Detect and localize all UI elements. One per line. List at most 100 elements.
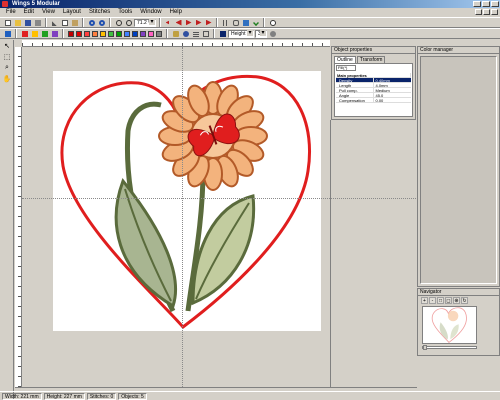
tool-pan[interactable]: ✋ bbox=[2, 74, 12, 84]
color-swatch[interactable] bbox=[108, 30, 114, 37]
tool-pointer[interactable]: ↖ bbox=[2, 41, 12, 51]
applique-button[interactable] bbox=[50, 29, 59, 38]
color-swatch[interactable] bbox=[92, 30, 98, 37]
grid-button[interactable] bbox=[221, 18, 230, 27]
navigator-center-icon[interactable]: ⊕ bbox=[453, 297, 460, 304]
menu-edit[interactable]: Edit bbox=[20, 8, 38, 17]
color-swatch[interactable] bbox=[116, 30, 122, 37]
horizontal-ruler[interactable] bbox=[22, 40, 330, 47]
menu-tools[interactable]: Tools bbox=[114, 8, 136, 17]
check-button[interactable] bbox=[251, 18, 260, 27]
menu-file[interactable]: File bbox=[2, 8, 20, 17]
navigator-page-icon[interactable]: ◻ bbox=[445, 297, 452, 304]
cut-button[interactable] bbox=[50, 18, 59, 27]
fast-forward-icon bbox=[205, 19, 212, 26]
zoom-out-button[interactable] bbox=[124, 18, 133, 27]
run-button[interactable] bbox=[40, 29, 49, 38]
rewind-icon bbox=[165, 19, 172, 26]
menu-help[interactable]: Help bbox=[166, 8, 186, 17]
play-button[interactable] bbox=[184, 18, 193, 27]
property-selector[interactable]: Fill(*) bbox=[336, 65, 356, 71]
applique-icon bbox=[51, 30, 58, 37]
navigator-refresh-icon[interactable]: ↻ bbox=[461, 297, 468, 304]
color-swatch[interactable] bbox=[100, 30, 106, 37]
first-stitch-button[interactable] bbox=[164, 18, 173, 27]
property-row[interactable]: Compensation 0.00 bbox=[336, 98, 411, 103]
hoop-button[interactable] bbox=[231, 18, 240, 27]
mdi-minimize-button[interactable] bbox=[475, 9, 482, 15]
satin-button[interactable] bbox=[20, 29, 29, 38]
save-button[interactable] bbox=[23, 18, 32, 27]
visibility-button[interactable] bbox=[181, 29, 190, 38]
embroidery-design[interactable] bbox=[53, 71, 321, 331]
zoom-in-button[interactable] bbox=[114, 18, 123, 27]
open-button[interactable] bbox=[13, 18, 22, 27]
close-button[interactable] bbox=[491, 1, 499, 7]
color-swatch[interactable] bbox=[156, 30, 162, 37]
new-button[interactable] bbox=[3, 18, 12, 27]
help-button[interactable] bbox=[268, 18, 277, 27]
color-manager-area[interactable] bbox=[420, 56, 497, 284]
design-value-combo[interactable]: 3 bbox=[255, 29, 267, 38]
settings-button[interactable] bbox=[268, 29, 277, 38]
zoom-combo[interactable]: 71.2 % bbox=[134, 18, 156, 27]
property-value[interactable]: 0.00 bbox=[373, 98, 411, 103]
tab-transform[interactable]: Transform bbox=[356, 56, 386, 63]
redo-button[interactable] bbox=[97, 18, 106, 27]
lock-icon bbox=[172, 30, 179, 37]
navigator-zoom-slider[interactable] bbox=[422, 345, 477, 350]
fill-button[interactable] bbox=[30, 29, 39, 38]
navigator-fit-icon[interactable]: □ bbox=[437, 297, 444, 304]
copy-button[interactable] bbox=[60, 18, 69, 27]
undo-button[interactable] bbox=[87, 18, 96, 27]
copy-icon bbox=[61, 19, 68, 26]
color-swatch[interactable] bbox=[132, 30, 138, 37]
menu-layout[interactable]: Layout bbox=[59, 8, 85, 17]
guide-vertical[interactable] bbox=[182, 47, 183, 387]
color-swatch[interactable] bbox=[68, 30, 74, 37]
navigator-zoom-in-icon[interactable]: + bbox=[421, 297, 428, 304]
slider-thumb[interactable] bbox=[423, 345, 427, 350]
last-stitch-button[interactable] bbox=[204, 18, 213, 27]
navigator-zoom-out-icon[interactable]: - bbox=[429, 297, 436, 304]
maximize-button[interactable] bbox=[482, 1, 490, 7]
next-stitch-button[interactable] bbox=[194, 18, 203, 27]
tool-zoom[interactable]: ⌕ bbox=[2, 63, 12, 73]
left-leaf[interactable] bbox=[114, 177, 178, 309]
color-manager-panel: Color manager bbox=[417, 46, 500, 287]
color-swatch[interactable] bbox=[84, 30, 90, 37]
tool-node[interactable]: ⬚ bbox=[2, 52, 12, 62]
prev-stitch-button[interactable] bbox=[174, 18, 183, 27]
lock-button[interactable] bbox=[171, 29, 180, 38]
stitch-mode-button[interactable] bbox=[3, 29, 12, 38]
mdi-close-button[interactable] bbox=[491, 9, 498, 15]
align-button[interactable] bbox=[191, 29, 200, 38]
color-swatch[interactable] bbox=[124, 30, 130, 37]
paste-button[interactable] bbox=[70, 18, 79, 27]
tab-outline[interactable]: Outline bbox=[334, 56, 356, 63]
design-mode-combo[interactable]: Height bbox=[228, 29, 254, 38]
color-fill-button[interactable] bbox=[241, 18, 250, 27]
mdi-restore-button[interactable] bbox=[483, 9, 490, 15]
menu-stitches[interactable]: Stitches bbox=[85, 8, 114, 17]
node-icon: ⬚ bbox=[3, 54, 11, 61]
color-swatch[interactable] bbox=[148, 30, 154, 37]
hoop-page[interactable] bbox=[53, 71, 321, 331]
property-grid: Main properties Density 0.40mm Length 4.0mm P… bbox=[336, 73, 411, 103]
help-icon bbox=[269, 19, 276, 26]
group-button[interactable] bbox=[201, 29, 210, 38]
print-button[interactable] bbox=[33, 18, 42, 27]
object-properties-title: Object properties bbox=[332, 47, 415, 54]
color-swatch[interactable] bbox=[76, 30, 82, 37]
color-swatch[interactable] bbox=[140, 30, 146, 37]
lettering-button[interactable] bbox=[218, 29, 227, 38]
run-icon bbox=[41, 30, 48, 37]
menu-view[interactable]: View bbox=[38, 8, 59, 17]
minimize-button[interactable] bbox=[473, 1, 481, 7]
guide-horizontal[interactable] bbox=[22, 198, 420, 199]
title-bar: Wings 5 Modular bbox=[0, 0, 500, 8]
menu-window[interactable]: Window bbox=[136, 8, 165, 17]
navigator-thumbnail[interactable] bbox=[422, 306, 477, 344]
status-height: Height: 227 mm bbox=[43, 392, 85, 400]
vertical-ruler[interactable] bbox=[15, 47, 22, 387]
